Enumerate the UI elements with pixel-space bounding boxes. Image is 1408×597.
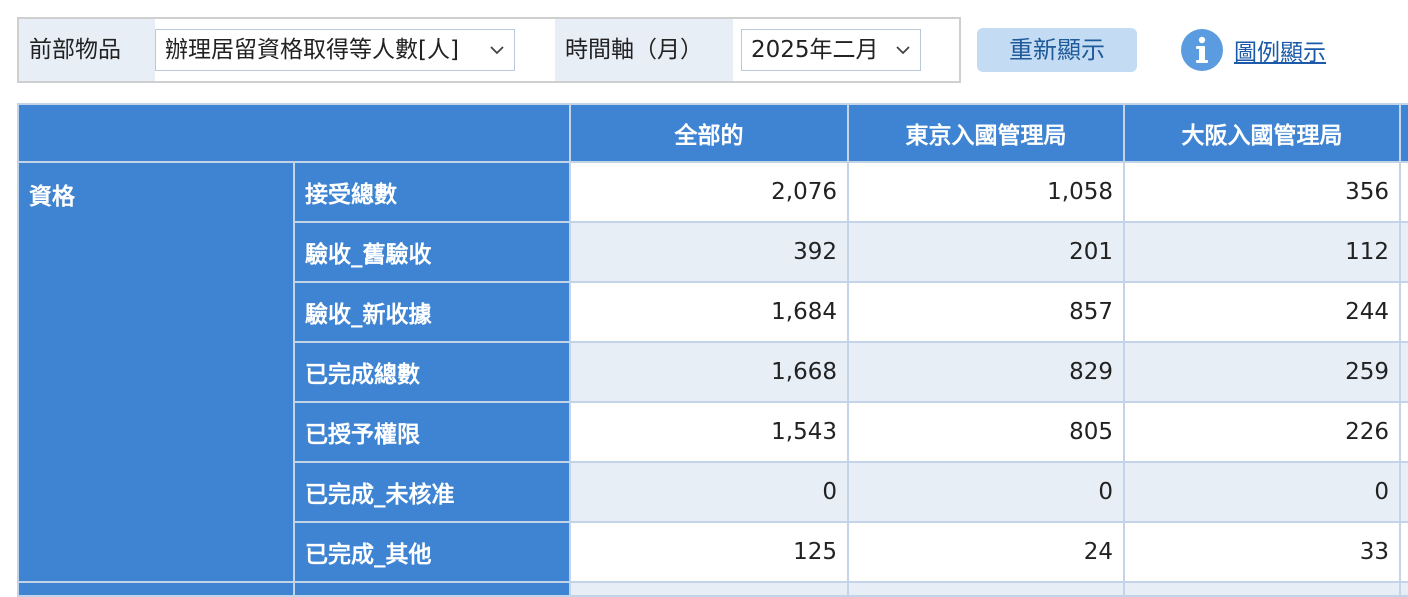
cell-value: 244 (1123, 281, 1401, 343)
cell-value: 857 (847, 281, 1125, 343)
cell-value: 1,668 (569, 341, 849, 403)
cell-value: 125 (569, 521, 849, 583)
redisplay-button[interactable]: 重新顯示 (977, 28, 1137, 72)
row-label-partial (293, 581, 571, 597)
cell-overflow (1399, 521, 1408, 583)
cell-overflow (1399, 341, 1408, 403)
cell-overflow (1399, 161, 1408, 223)
cell-value: 226 (1123, 401, 1401, 463)
row-label: 已完成總數 (293, 341, 571, 403)
column-header-osaka: 大阪入國管理局 (1123, 103, 1401, 163)
chevron-down-icon (896, 46, 910, 55)
cell-overflow (1399, 461, 1408, 523)
chevron-down-icon (490, 46, 504, 55)
item-select-value: 辦理居留資格取得等人數[人] (165, 37, 459, 63)
info-icon (1181, 29, 1223, 71)
cell-overflow (1399, 281, 1408, 343)
cell-value: 356 (1123, 161, 1401, 223)
cell-value: 112 (1123, 221, 1401, 283)
cell-value: 0 (847, 461, 1125, 523)
column-header-tokyo: 東京入國管理局 (847, 103, 1125, 163)
table-row-partial (17, 581, 1408, 597)
cell-value: 33 (1123, 521, 1401, 583)
cell-value: 0 (1123, 461, 1401, 523)
cell-value: 1,543 (569, 401, 849, 463)
cell-partial (569, 581, 849, 597)
group-label-qualification: 資格 (17, 161, 295, 583)
column-header-overflow (1399, 103, 1408, 163)
cell-value: 201 (847, 221, 1125, 283)
cell-partial (1399, 581, 1408, 597)
row-label: 已完成_其他 (293, 521, 571, 583)
cell-value: 24 (847, 521, 1125, 583)
cell-value: 392 (569, 221, 849, 283)
column-header-all: 全部的 (569, 103, 849, 163)
legend-display-label: 圖例顯示 (1234, 40, 1326, 66)
cell-value: 2,076 (569, 161, 849, 223)
row-label: 已完成_未核准 (293, 461, 571, 523)
time-select[interactable]: 2025年二月 (741, 29, 921, 71)
cell-overflow (1399, 401, 1408, 463)
row-label: 已授予權限 (293, 401, 571, 463)
row-label: 接受總數 (293, 161, 571, 223)
cell-value: 829 (847, 341, 1125, 403)
corner-header-cell (17, 103, 571, 163)
cell-value: 1,684 (569, 281, 849, 343)
cell-value: 1,058 (847, 161, 1125, 223)
cell-value: 259 (1123, 341, 1401, 403)
time-select-value: 2025年二月 (751, 37, 879, 63)
row-label-partial (17, 581, 295, 597)
statistics-table: 全部的 東京入國管理局 大阪入國管理局 資格 接受總數 2,076 1,058 … (17, 103, 1408, 597)
time-axis-label: 時間軸（月） (555, 19, 733, 81)
filter-bar: 前部物品 辦理居留資格取得等人數[人] 時間軸（月） 2025年二月 (17, 17, 961, 83)
row-label: 驗收_新收據 (293, 281, 571, 343)
cell-overflow (1399, 221, 1408, 283)
legend-display-link[interactable]: 圖例顯示 (1180, 26, 1326, 74)
cell-partial (847, 581, 1125, 597)
row-label: 驗收_舊驗收 (293, 221, 571, 283)
item-filter-label: 前部物品 (19, 19, 155, 81)
table-header-row: 全部的 東京入國管理局 大阪入國管理局 (17, 103, 1408, 163)
cell-value: 805 (847, 401, 1125, 463)
table-row: 資格 接受總數 2,076 1,058 356 (17, 161, 1408, 583)
cell-value: 0 (569, 461, 849, 523)
item-select[interactable]: 辦理居留資格取得等人數[人] (155, 29, 515, 71)
cell-partial (1123, 581, 1401, 597)
